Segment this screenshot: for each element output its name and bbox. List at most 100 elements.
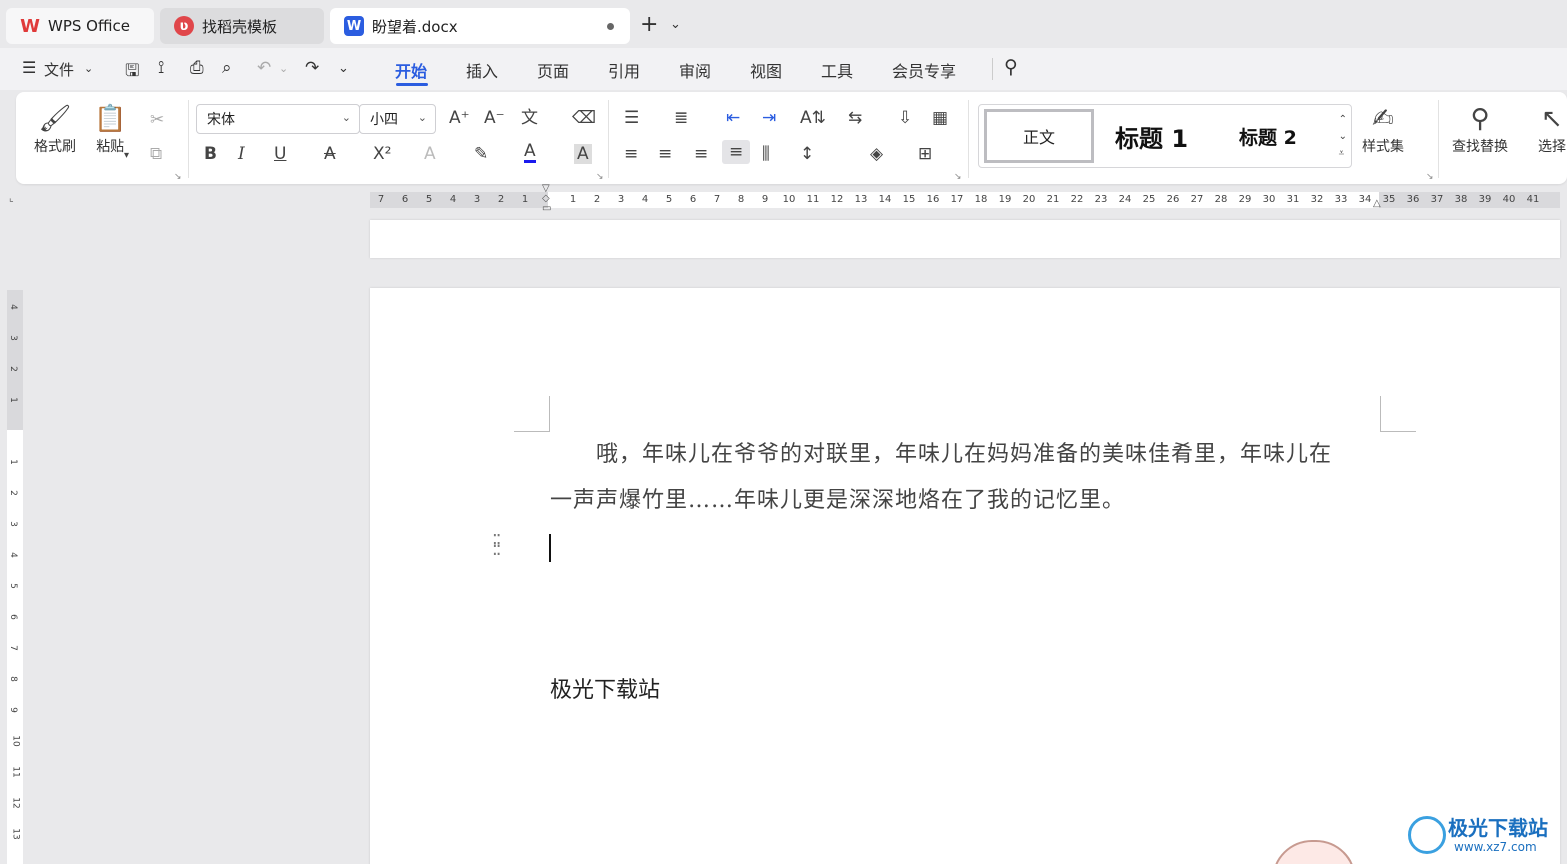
styles-launcher-icon[interactable]: ↘ [1426,172,1434,182]
document-page[interactable]: 哦，年味儿在爷爷的对联里，年味儿在妈妈准备的美味佳肴里，年味儿在 一声声爆竹里…… [370,288,1560,864]
clear-format-icon[interactable]: ⌫ [572,108,596,128]
font-size-select[interactable]: 小四 ⌄ [359,104,436,134]
vertical-ruler[interactable]: 4 3 2 1 1 2 3 4 5 6 7 8 9 10 11 12 13 [7,290,23,864]
hamburger-icon[interactable]: ☰ [22,58,36,77]
align-right-icon[interactable]: ≡ [694,144,708,164]
ruler-tick: 3 [473,194,481,205]
strikethrough-icon[interactable]: A [324,144,336,164]
file-dropdown-icon[interactable]: ⌄ [84,62,93,75]
menu-file[interactable]: 文件 [44,59,74,80]
paragraph-drag-handle-icon[interactable]: ⁚⁚ ⁚⁚ [492,533,502,559]
ruler-corner-icon[interactable]: ⌞ [9,193,14,204]
show-marks-icon[interactable]: ▦ [932,108,948,128]
bullet-list-icon[interactable]: ☰ [624,108,639,128]
print-preview-icon[interactable]: ⌕ [222,58,232,78]
superscript-icon[interactable]: X² [373,144,391,164]
bold-icon[interactable]: B [204,144,217,164]
tab-tools[interactable]: 工具 [821,58,853,82]
text-direction-icon[interactable]: A⇅ [800,108,826,128]
tab-page[interactable]: 页面 [537,58,569,82]
tab-view[interactable]: 视图 [750,58,782,82]
distributed-icon[interactable]: ⫼ [762,144,770,164]
unsaved-dot-icon[interactable] [607,23,614,30]
copy-icon[interactable]: ⧉ [150,144,162,164]
line-spacing-icon[interactable]: ↕ [800,144,814,164]
find-replace-button[interactable]: ⚲ 查找替换 [1452,102,1508,156]
quick-access-more-icon[interactable]: ⌄ [338,61,349,76]
paragraph-launcher-icon[interactable]: ↘ [954,172,962,182]
select-button[interactable]: ↖ 选择 [1538,102,1566,156]
ruler-tick: 28 [1214,194,1228,205]
increase-indent-icon[interactable]: ⇥ [762,108,776,128]
ruler-tick: 38 [1454,194,1468,205]
active-tab-indicator [396,83,428,86]
sort-icon[interactable]: ⇩ [898,108,912,128]
docer-logo-icon: ʋ [174,16,194,36]
ruler-tick: 33 [1334,194,1348,205]
print-icon[interactable]: ⎙ [190,58,204,78]
phonetic-guide-icon[interactable]: 文 [521,108,538,128]
text-cursor [549,534,551,562]
search-icon[interactable]: ⚲ [1004,56,1018,78]
ruler-tick: 10 [10,735,21,747]
text-effect-icon[interactable]: A [424,144,436,164]
ruler-tick: 29 [1238,194,1252,205]
tab-template[interactable]: ʋ 找稻壳模板 [160,8,324,44]
decrease-indent-icon[interactable]: ⇤ [726,108,740,128]
font-color-icon[interactable]: A [524,142,536,163]
tab-home[interactable]: 开始 [395,58,427,82]
grow-font-icon[interactable]: A⁺ [449,108,470,128]
paste-dropdown-icon[interactable]: ▾ [124,146,129,166]
tab-insert[interactable]: 插入 [466,58,498,82]
ruler-tick: 1 [569,194,577,205]
redo-icon[interactable]: ↷ [305,58,319,78]
undo-icon[interactable]: ↶ [257,58,271,78]
style-set-button[interactable]: ✍ 样式集 [1362,102,1404,156]
right-indent-marker-icon[interactable]: △ [1373,198,1381,209]
line-break-icon[interactable]: ⇆ [848,108,862,128]
font-launcher-icon[interactable]: ↘ [596,172,604,182]
ruler-tick: 2 [7,366,18,372]
tab-references[interactable]: 引用 [608,58,640,82]
shrink-font-icon[interactable]: A⁻ [484,108,505,128]
italic-icon[interactable]: I [238,144,245,164]
ruler-tick: 12 [830,194,844,205]
ruler-tick: 4 [449,194,457,205]
numbered-list-icon[interactable]: ≣ [674,108,688,128]
cut-icon[interactable]: ✂ [150,110,164,130]
ruler-tick: 7 [7,645,18,651]
tab-wps-label: WPS Office [48,17,130,35]
shading-icon[interactable]: ◈ [870,144,883,164]
paste-label: 粘贴 [96,139,125,155]
tab-document[interactable]: W 盼望着.docx [330,8,630,44]
font-name-select[interactable]: 宋体 ⌄ [196,104,360,134]
align-left-icon[interactable]: ≡ [624,144,638,164]
first-line-indent-marker-icon[interactable]: ▽ ◇ ▭ [542,184,551,214]
justify-icon[interactable]: ≡ [722,140,751,164]
ruler-tick: 5 [425,194,433,205]
ruler-tick: 11 [10,766,21,778]
ruler-tick: 1 [521,194,529,205]
style-heading-2[interactable]: 标题 2 [1239,123,1297,150]
new-tab-button[interactable]: + [640,14,658,36]
undo-dropdown-icon[interactable]: ⌄ [279,62,288,75]
new-tab-dropdown-icon[interactable]: ⌄ [670,17,681,32]
format-painter-button[interactable]: 🖌 格式刷 [34,102,76,156]
style-normal[interactable]: 正文 [984,109,1094,163]
underline-icon[interactable]: U [274,144,286,164]
tab-wps-office[interactable]: W WPS Office [6,8,154,44]
ruler-tick: 3 [7,335,18,341]
tab-member[interactable]: 会员专享 [892,58,956,82]
tab-review[interactable]: 审阅 [679,58,711,82]
ruler-tick: 7 [713,194,721,205]
paste-button[interactable]: 📋 粘贴 [94,102,126,156]
save-icon[interactable]: 🖫 [125,58,139,87]
clipboard-launcher-icon[interactable]: ↘ [174,172,182,182]
borders-icon[interactable]: ⊞ [918,144,932,164]
char-shading-icon[interactable]: A [574,144,592,164]
style-gallery-scroll-icon[interactable]: ⌃ ⌄ ⩡ [1339,111,1347,162]
highlight-icon[interactable]: ✎ [474,144,488,164]
style-heading-1[interactable]: 标题 1 [1115,119,1188,154]
align-center-icon[interactable]: ≡ [658,144,672,164]
share-icon[interactable]: ⟟ [158,58,164,78]
